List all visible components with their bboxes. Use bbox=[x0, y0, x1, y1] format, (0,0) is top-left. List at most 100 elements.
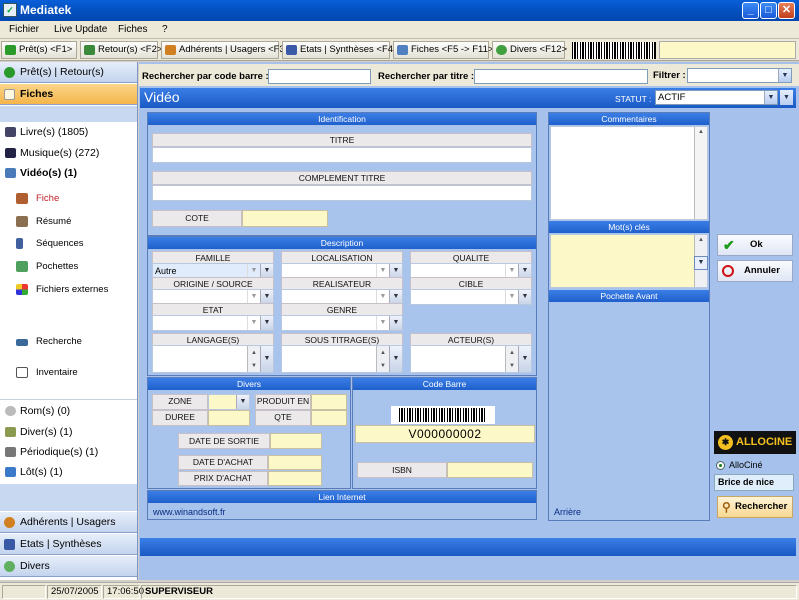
qte-input[interactable] bbox=[311, 410, 347, 426]
menu-help[interactable]: ? bbox=[162, 24, 168, 35]
isbn-input[interactable] bbox=[447, 462, 533, 478]
scroll-up-icon[interactable]: ▲ bbox=[376, 346, 389, 359]
sidebar-item-videos[interactable]: Vidéo(s) (1) bbox=[4, 167, 77, 179]
acteur-select[interactable]: ▲ ▼ ▼ bbox=[410, 345, 532, 373]
arriere-link[interactable]: Arrière bbox=[554, 507, 581, 517]
toolbar-label: Adhérents | Usagers <F3> bbox=[179, 44, 291, 55]
statut-select[interactable]: ACTIF ▼ bbox=[655, 90, 778, 105]
ok-button[interactable]: ✔ Ok bbox=[717, 234, 793, 256]
sidebar-fiches[interactable]: Fiches bbox=[0, 84, 137, 105]
toolbar-etats-button[interactable]: Etats | Synthèses <F4> bbox=[282, 41, 399, 59]
duree-input[interactable] bbox=[208, 410, 250, 426]
sidebar-sub-fiche[interactable]: Fiche bbox=[16, 193, 59, 204]
annuler-button[interactable]: Annuler bbox=[717, 260, 793, 282]
sidebar-divers[interactable]: Divers bbox=[0, 556, 137, 577]
chevron-down-icon: ▼ bbox=[389, 316, 402, 330]
mots-cles-textarea[interactable]: ▲ bbox=[550, 234, 708, 288]
title-search-input[interactable] bbox=[474, 69, 648, 84]
date-sortie-input[interactable] bbox=[270, 433, 322, 449]
sidebar-sub-fichiers-externes[interactable]: Fichiers externes bbox=[16, 284, 108, 295]
date-achat-label: DATE D'ACHAT bbox=[178, 455, 268, 470]
divers-panel: Divers ZONE ▼ DUREE PRODUIT EN QTE DATE … bbox=[147, 377, 351, 489]
scroll-down-icon[interactable]: ▼ bbox=[376, 359, 389, 372]
sidebar-sub-sequences[interactable]: Séquences bbox=[16, 238, 84, 249]
filter-select[interactable]: ▼ bbox=[687, 68, 792, 83]
allocine-search-input[interactable]: Brice de nice bbox=[714, 474, 794, 491]
users-icon bbox=[165, 45, 176, 55]
sidebar-sub-inventaire[interactable]: Inventaire bbox=[16, 367, 78, 378]
menu-live-update[interactable]: Live Update bbox=[54, 24, 107, 35]
website-link[interactable]: www.winandsoft.fr bbox=[153, 507, 226, 517]
scroll-up-icon[interactable]: ▲ bbox=[505, 346, 518, 359]
allocine-radio[interactable]: AlloCiné bbox=[716, 460, 796, 472]
cote-input[interactable] bbox=[242, 210, 328, 227]
sidebar-etats[interactable]: Etats | Synthèses bbox=[0, 534, 137, 555]
toolbar-retours-button[interactable]: Retour(s) <F2> bbox=[80, 41, 162, 59]
divider bbox=[0, 399, 137, 400]
menu-fiches[interactable]: Fiches bbox=[118, 24, 147, 35]
status-date: 25/07/2005 bbox=[47, 585, 102, 599]
etat-select[interactable]: ▼ ▼ bbox=[152, 315, 274, 331]
loan-icon bbox=[5, 45, 16, 55]
toolbar-divers-button[interactable]: Divers <F12> bbox=[492, 41, 568, 59]
cible-select[interactable]: ▼ ▼ bbox=[410, 289, 532, 305]
image-icon bbox=[16, 261, 28, 272]
date-achat-input[interactable] bbox=[268, 455, 322, 470]
video-icon bbox=[5, 168, 16, 178]
genre-select[interactable]: ▼ ▼ bbox=[281, 315, 403, 331]
sous-titrage-select[interactable]: ▲ ▼ ▼ bbox=[281, 345, 403, 373]
identification-heading: Identification bbox=[148, 113, 536, 125]
window-title: Mediatek bbox=[20, 3, 72, 17]
titre-input[interactable] bbox=[152, 147, 532, 163]
toolbar-prets-button[interactable]: Prêt(s) <F1> bbox=[1, 41, 77, 59]
close-button[interactable]: ✕ bbox=[778, 2, 795, 19]
chevron-down-icon: ▼ bbox=[260, 346, 273, 372]
produit-en-input[interactable] bbox=[311, 394, 347, 410]
sidebar-sub-recherche[interactable]: Recherche bbox=[16, 336, 82, 347]
toolbar-fiches-button[interactable]: Fiches <F5 -> F11> bbox=[393, 41, 493, 59]
sidebar-item-livres[interactable]: Livre(s) (1805) bbox=[4, 126, 88, 138]
summary-icon bbox=[16, 216, 28, 227]
toolbar-adherents-button[interactable]: Adhérents | Usagers <F3> bbox=[161, 41, 290, 59]
barcode-value[interactable]: V000000002 bbox=[355, 425, 535, 443]
sidebar-prets-retours[interactable]: Prêt(s) | Retour(s) bbox=[0, 62, 137, 83]
barcode-scan-input[interactable] bbox=[659, 41, 796, 59]
status-bar: 25/07/2005 17:06:50 SUPERVISEUR bbox=[0, 582, 799, 600]
zone-select[interactable]: ▼ bbox=[208, 394, 250, 410]
scroll-down-icon[interactable]: ▼ bbox=[247, 359, 260, 372]
app-icon: ✓ bbox=[3, 3, 17, 17]
scrollbar[interactable]: ▲ bbox=[694, 127, 707, 219]
statut-value: ACTIF bbox=[658, 92, 686, 103]
sidebar-item-lots[interactable]: Lôt(s) (1) bbox=[4, 466, 63, 478]
sidebar-sub-resume[interactable]: Résumé bbox=[16, 216, 71, 227]
sidebar-label: Fiches bbox=[20, 88, 54, 100]
minimize-button[interactable]: _ bbox=[742, 2, 759, 19]
sidebar-item-roms[interactable]: Rom(s) (0) bbox=[4, 405, 70, 417]
chevron-down-icon: ▼ bbox=[389, 264, 402, 278]
sidebar-label: Résumé bbox=[36, 216, 72, 227]
scroll-up-icon[interactable]: ▲ bbox=[247, 346, 260, 359]
scroll-down-icon[interactable]: ▼ bbox=[505, 359, 518, 372]
chevron-down-icon[interactable]: ▼ bbox=[694, 256, 708, 270]
sidebar-item-musiques[interactable]: Musique(s) (272) bbox=[4, 147, 99, 159]
sidebar-adherents[interactable]: Adhérents | Usagers bbox=[0, 512, 137, 533]
langage-select[interactable]: ▲ ▼ ▼ bbox=[152, 345, 274, 373]
complement-titre-input[interactable] bbox=[152, 185, 532, 201]
radio-icon bbox=[716, 461, 725, 470]
barcode-search-input[interactable] bbox=[268, 69, 371, 84]
rechercher-button[interactable]: ⚲ Rechercher bbox=[717, 496, 793, 518]
commentaires-textarea[interactable]: ▲ bbox=[550, 126, 708, 220]
cancel-icon bbox=[722, 265, 734, 277]
maximize-button[interactable]: □ bbox=[760, 2, 777, 19]
return-icon bbox=[84, 45, 95, 55]
sidebar-sub-pochettes[interactable]: Pochettes bbox=[16, 261, 78, 272]
mots-cles-heading: Mot(s) clés bbox=[549, 221, 709, 233]
toolbar-label: Divers <F12> bbox=[510, 44, 568, 55]
menu-fichier[interactable]: Fichier bbox=[9, 24, 39, 35]
prix-achat-input[interactable] bbox=[268, 471, 322, 486]
sidebar-item-periodiques[interactable]: Périodique(s) (1) bbox=[4, 446, 98, 458]
chevron-down-icon: ▼ bbox=[505, 290, 518, 304]
statut-dropdown-button[interactable]: ▼ bbox=[780, 90, 793, 105]
titre-label: TITRE bbox=[152, 133, 532, 147]
sidebar-item-divers[interactable]: Diver(s) (1) bbox=[4, 426, 73, 438]
